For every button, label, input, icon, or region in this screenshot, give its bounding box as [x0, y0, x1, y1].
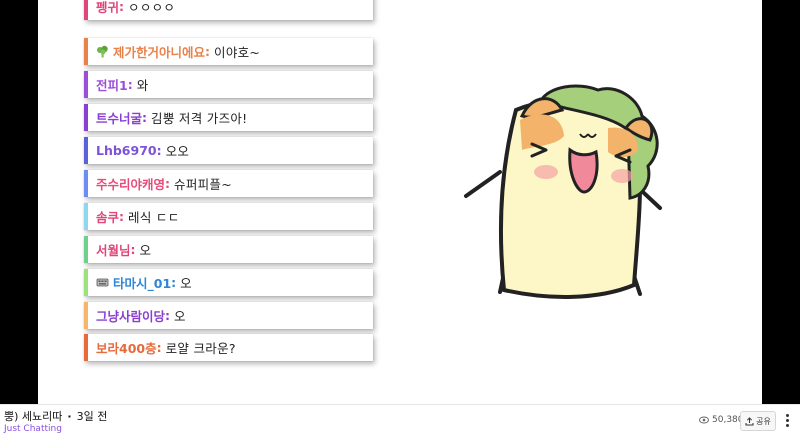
- chat-colon: :: [142, 110, 148, 125]
- chat-text: 로얄 크라운?: [165, 341, 236, 356]
- chat-message-content: 펭귀: ㅇㅇㅇㅇ: [88, 0, 175, 16]
- keyboard-icon: [96, 278, 109, 287]
- chat-text: 이야호~: [214, 45, 261, 60]
- broccoli-icon: [97, 45, 108, 58]
- chat-message: 서월님: 오: [84, 236, 373, 263]
- more-dot: [785, 418, 789, 422]
- chat-message-content: 솜쿠: 레식 ㄷㄷ: [88, 207, 180, 226]
- chat-nickname[interactable]: 타마시_01: [113, 273, 171, 292]
- separator-dot: ·: [67, 410, 72, 423]
- chat-colon: :: [156, 143, 162, 158]
- chat-text: 오: [139, 243, 152, 258]
- share-button[interactable]: 공유: [740, 411, 776, 431]
- chat-message-content: 주수리야캐영: 슈퍼피플~: [88, 174, 232, 193]
- chat-message-content: 서월님: 오: [88, 240, 151, 259]
- more-options-button[interactable]: [782, 411, 792, 429]
- chat-message: 전피1: 와: [84, 71, 373, 98]
- chat-message-content: Lhb6970: 오오: [88, 141, 189, 160]
- chat-colon: :: [119, 209, 125, 224]
- chat-text: 오: [174, 309, 186, 324]
- chat-message-content: 보라400층: 로얄 크라운?: [88, 338, 236, 357]
- chat-colon: :: [156, 340, 162, 355]
- chat-nickname[interactable]: 제가한거아니에요: [113, 42, 205, 61]
- chat-text: 슈퍼피플~: [174, 177, 232, 192]
- view-count-value: 50,380: [712, 415, 744, 425]
- stream-title[interactable]: 뿡) 세뇨리따: [4, 410, 62, 423]
- chat-colon: :: [130, 242, 136, 257]
- chat-nickname[interactable]: 펭귀: [96, 0, 119, 16]
- chat-message: 보라400층: 로얄 크라운?: [84, 334, 373, 361]
- chat-message: 제가한거아니에요: 이야호~: [84, 38, 373, 65]
- chat-message: 주수리야캐영: 슈퍼피플~: [84, 170, 373, 197]
- chat-nickname[interactable]: 전피1: [96, 75, 128, 94]
- view-count: 50,380: [699, 415, 744, 425]
- chat-message: 트수너굴: 김뿡 저격 가즈아!: [84, 104, 373, 131]
- chat-colon: :: [171, 275, 177, 290]
- chat-text: ㅇㅇㅇㅇ: [128, 0, 176, 15]
- chat-colon: :: [205, 44, 211, 59]
- share-icon: [745, 416, 754, 425]
- chat-text: 김뿡 저격 가즈아!: [151, 111, 248, 126]
- chat-text: 오: [180, 276, 192, 291]
- more-dot: [785, 413, 789, 417]
- chat-text: 와: [136, 78, 149, 93]
- stream-info-bar: 뿡) 세뇨리따 · 3일 전 Just Chatting 50,380 공유: [0, 404, 800, 436]
- chat-message-content: 전피1: 와: [88, 75, 149, 94]
- share-label: 공유: [756, 416, 771, 426]
- chat-message: 그냥사람이당: 오: [84, 302, 373, 329]
- chat-nickname[interactable]: 그냥사람이당: [96, 306, 165, 325]
- hamster-mascot-image: [464, 84, 662, 299]
- video-player[interactable]: 펭귀: ㅇㅇㅇㅇ 제가한거아니에요: 이야호~ 전피1: 와 트수너굴: 김뿡 저격 가즈아!…: [38, 0, 762, 404]
- chat-text: 오오: [165, 144, 190, 159]
- chat-nickname[interactable]: Lhb6970: [96, 143, 157, 158]
- chat-colon: :: [119, 0, 125, 14]
- chat-colon: :: [165, 176, 171, 191]
- eye-icon: [699, 416, 709, 424]
- chat-message-content: 타마시_01: 오: [88, 273, 192, 292]
- chat-colon: :: [165, 308, 171, 323]
- category-link[interactable]: Just Chatting: [4, 424, 62, 434]
- chat-nickname[interactable]: 트수너굴: [96, 108, 142, 127]
- chat-nickname[interactable]: 주수리야캐영: [96, 174, 165, 193]
- stream-time: 3일 전: [76, 410, 108, 423]
- chat-message: 펭귀: ㅇㅇㅇㅇ: [84, 0, 373, 20]
- chat-message: Lhb6970: 오오: [84, 137, 373, 164]
- chat-message: 솜쿠: 레식 ㄷㄷ: [84, 203, 373, 230]
- chat-message-content: 그냥사람이당: 오: [88, 306, 186, 325]
- chat-nickname[interactable]: 솜쿠: [96, 207, 119, 226]
- chat-nickname[interactable]: 서월님: [96, 240, 131, 259]
- stream-title-row: 뿡) 세뇨리따 · 3일 전: [4, 408, 107, 424]
- more-dot: [785, 423, 789, 427]
- chat-colon: :: [127, 77, 133, 92]
- chat-message-content: 트수너굴: 김뿡 저격 가즈아!: [88, 108, 247, 127]
- chat-message-content: 제가한거아니에요: 이야호~: [88, 42, 260, 61]
- chat-text: 레식 ㄷㄷ: [128, 210, 180, 225]
- chat-nickname[interactable]: 보라400층: [96, 338, 157, 357]
- chat-message: 타마시_01: 오: [84, 269, 373, 296]
